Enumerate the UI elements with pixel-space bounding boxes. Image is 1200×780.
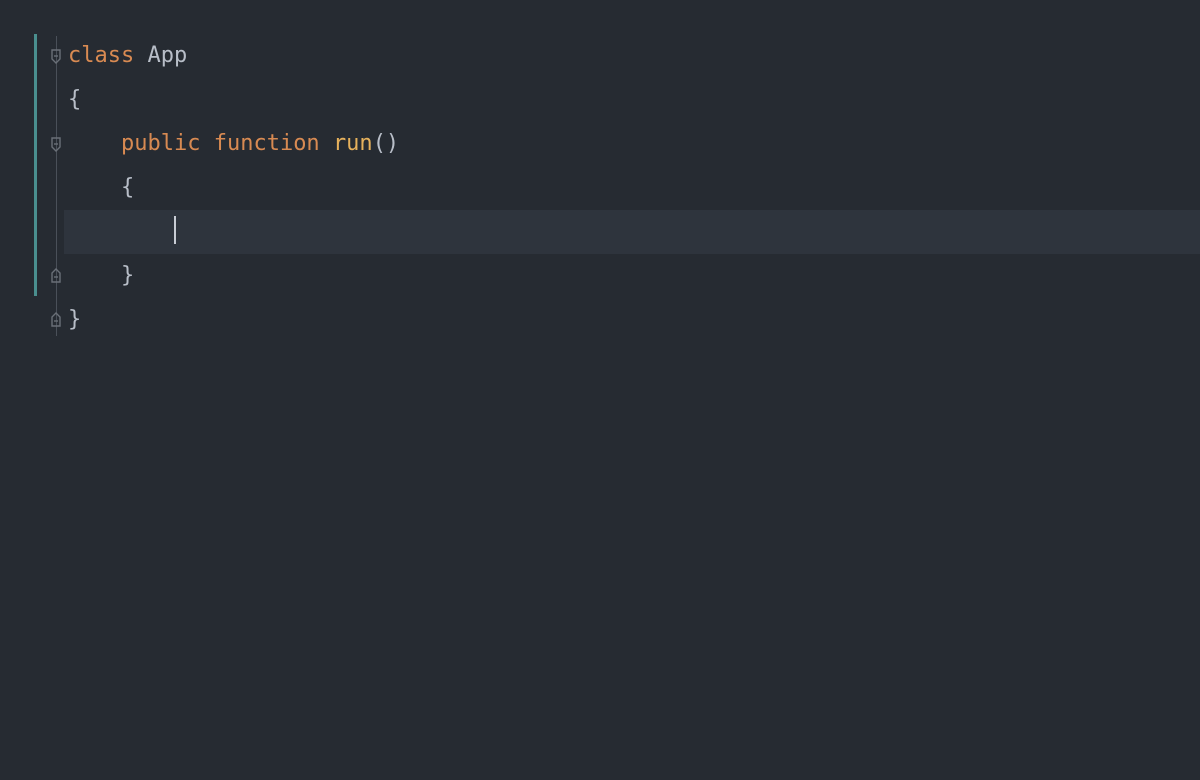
code-line[interactable]	[64, 210, 1200, 254]
fold-guide-line	[56, 36, 57, 336]
fold-close-icon[interactable]	[50, 268, 62, 284]
fold-column	[48, 0, 64, 780]
code-token: function	[214, 131, 320, 156]
code-line[interactable]: public function run()	[64, 122, 1200, 166]
code-token: {	[68, 87, 81, 112]
code-token: {	[121, 175, 134, 200]
code-token: ()	[373, 131, 400, 156]
code-token: run	[333, 131, 373, 156]
code-token	[320, 131, 333, 156]
code-token	[200, 131, 213, 156]
code-line[interactable]: {	[64, 166, 1200, 210]
code-token: }	[68, 307, 81, 332]
code-token	[134, 43, 147, 68]
code-line[interactable]: }	[64, 254, 1200, 298]
editor-gutter	[0, 0, 48, 780]
code-token: }	[121, 263, 134, 288]
code-line[interactable]: class App	[64, 34, 1200, 78]
code-token: App	[147, 43, 187, 68]
change-marker	[34, 34, 37, 296]
code-line[interactable]: }	[64, 298, 1200, 342]
code-line[interactable]: {	[64, 78, 1200, 122]
fold-open-icon[interactable]	[50, 136, 62, 152]
fold-open-icon[interactable]	[50, 48, 62, 64]
code-area[interactable]: class App { public function run() { }}	[64, 0, 1200, 780]
text-cursor	[174, 216, 176, 244]
code-editor[interactable]: class App { public function run() { }}	[0, 0, 1200, 780]
code-token: class	[68, 43, 134, 68]
code-token: public	[121, 131, 200, 156]
fold-close-icon[interactable]	[50, 312, 62, 328]
